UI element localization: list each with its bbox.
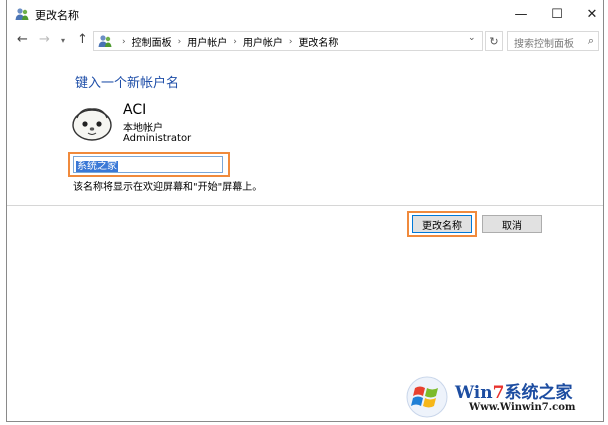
users-icon [15, 8, 29, 20]
account-type: 本地帐户 [123, 123, 163, 134]
change-name-button[interactable]: 更改名称 [412, 215, 472, 233]
content-divider [7, 205, 603, 206]
navigation-bar: ← → ▾ ↑ › 控制面板 › 用户帐户 › 用户帐户 › 更改名称 ⌄ ↻ … [7, 28, 603, 54]
user-avatar-icon [72, 108, 112, 141]
watermark-brand: Win7系统之家 [455, 378, 572, 403]
breadcrumb-change-name[interactable]: 更改名称 [298, 34, 338, 49]
title-bar: 更改名称 — ☐ ✕ [7, 0, 603, 28]
window-title: 更改名称 [35, 9, 79, 22]
watermark-brand-win: Win [455, 383, 493, 403]
page-title: 键入一个新帐户名 [75, 76, 180, 91]
breadcrumb-control-panel[interactable]: 控制面板 [132, 34, 172, 49]
breadcrumb-separator-icon: › [122, 36, 126, 47]
users-icon [98, 35, 112, 47]
account-name: ACI [123, 102, 147, 118]
breadcrumb-separator-icon: › [233, 36, 237, 47]
watermark: Win7系统之家 Www.Winwin7.com [405, 376, 601, 418]
new-account-name-input[interactable]: 系统之家 [73, 156, 223, 173]
selected-name-text: 系统之家 [76, 161, 118, 172]
windows-logo-icon [406, 376, 448, 418]
watermark-brand-chinese: 系统之家 [504, 383, 573, 403]
search-placeholder: 搜索控制面板 [514, 39, 574, 50]
breadcrumb-user-accounts[interactable]: 用户帐户 [187, 34, 227, 49]
up-arrow-icon[interactable]: ↑ [77, 32, 88, 47]
forward-arrow-icon[interactable]: → [39, 32, 50, 47]
refresh-button[interactable]: ↻ [485, 31, 503, 51]
address-dropdown-chevron-icon[interactable]: ⌄ [468, 33, 476, 43]
breadcrumb: › 控制面板 › 用户帐户 › 用户帐户 › 更改名称 [116, 34, 338, 50]
watermark-url: Www.Winwin7.com [469, 402, 576, 413]
name-hint-text: 该名称将显示在欢迎屏幕和"开始"屏幕上。 [73, 182, 263, 193]
address-bar[interactable]: › 控制面板 › 用户帐户 › 用户帐户 › 更改名称 ⌄ [93, 31, 483, 51]
account-group: Administrator [123, 133, 192, 144]
change-name-window: 更改名称 — ☐ ✕ ← → ▾ ↑ › 控制面板 › 用户帐户 › 用户帐户 … [6, 0, 604, 422]
breadcrumb-user-accounts-sub[interactable]: 用户帐户 [243, 34, 283, 49]
maximize-button[interactable]: ☐ [539, 0, 575, 28]
search-input[interactable]: 搜索控制面板 ⌕ [507, 31, 599, 51]
watermark-brand-seven: 7 [492, 383, 505, 403]
back-arrow-icon[interactable]: ← [17, 32, 28, 47]
close-button[interactable]: ✕ [574, 0, 608, 28]
minimize-button[interactable]: — [503, 0, 539, 28]
breadcrumb-separator-icon: › [177, 36, 182, 47]
breadcrumb-separator-icon: › [288, 36, 293, 47]
recent-locations-chevron-icon[interactable]: ▾ [61, 36, 65, 45]
cancel-button[interactable]: 取消 [482, 215, 542, 233]
search-icon[interactable]: ⌕ [588, 34, 594, 48]
refresh-icon: ↻ [489, 34, 499, 48]
